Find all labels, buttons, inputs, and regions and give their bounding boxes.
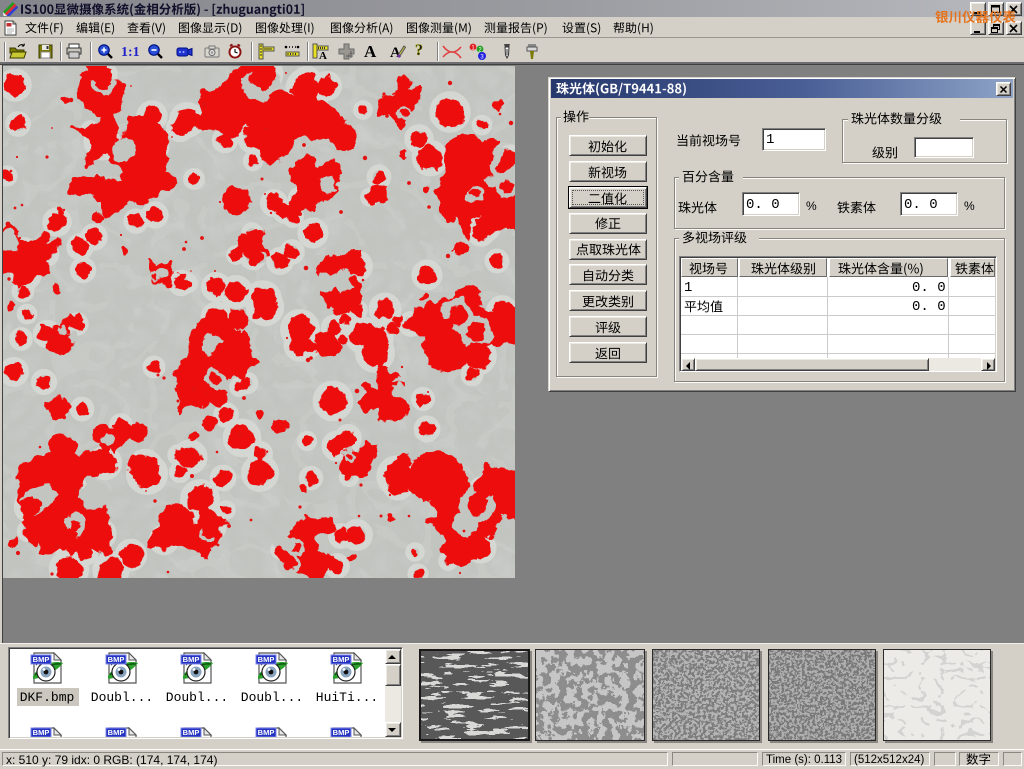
svg-text:BMP: BMP xyxy=(108,728,125,737)
svg-text:BMP: BMP xyxy=(183,655,200,664)
svg-text:BMP: BMP xyxy=(108,655,125,664)
svg-text:BMP: BMP xyxy=(258,655,275,664)
svg-text:BMP: BMP xyxy=(333,655,350,664)
svg-text:BMP: BMP xyxy=(33,655,50,664)
svg-text:BMP: BMP xyxy=(258,728,275,737)
svg-text:A: A xyxy=(319,50,327,61)
svg-text:BMP: BMP xyxy=(333,728,350,737)
svg-text:BMP: BMP xyxy=(183,728,200,737)
svg-text:BMP: BMP xyxy=(33,728,50,737)
